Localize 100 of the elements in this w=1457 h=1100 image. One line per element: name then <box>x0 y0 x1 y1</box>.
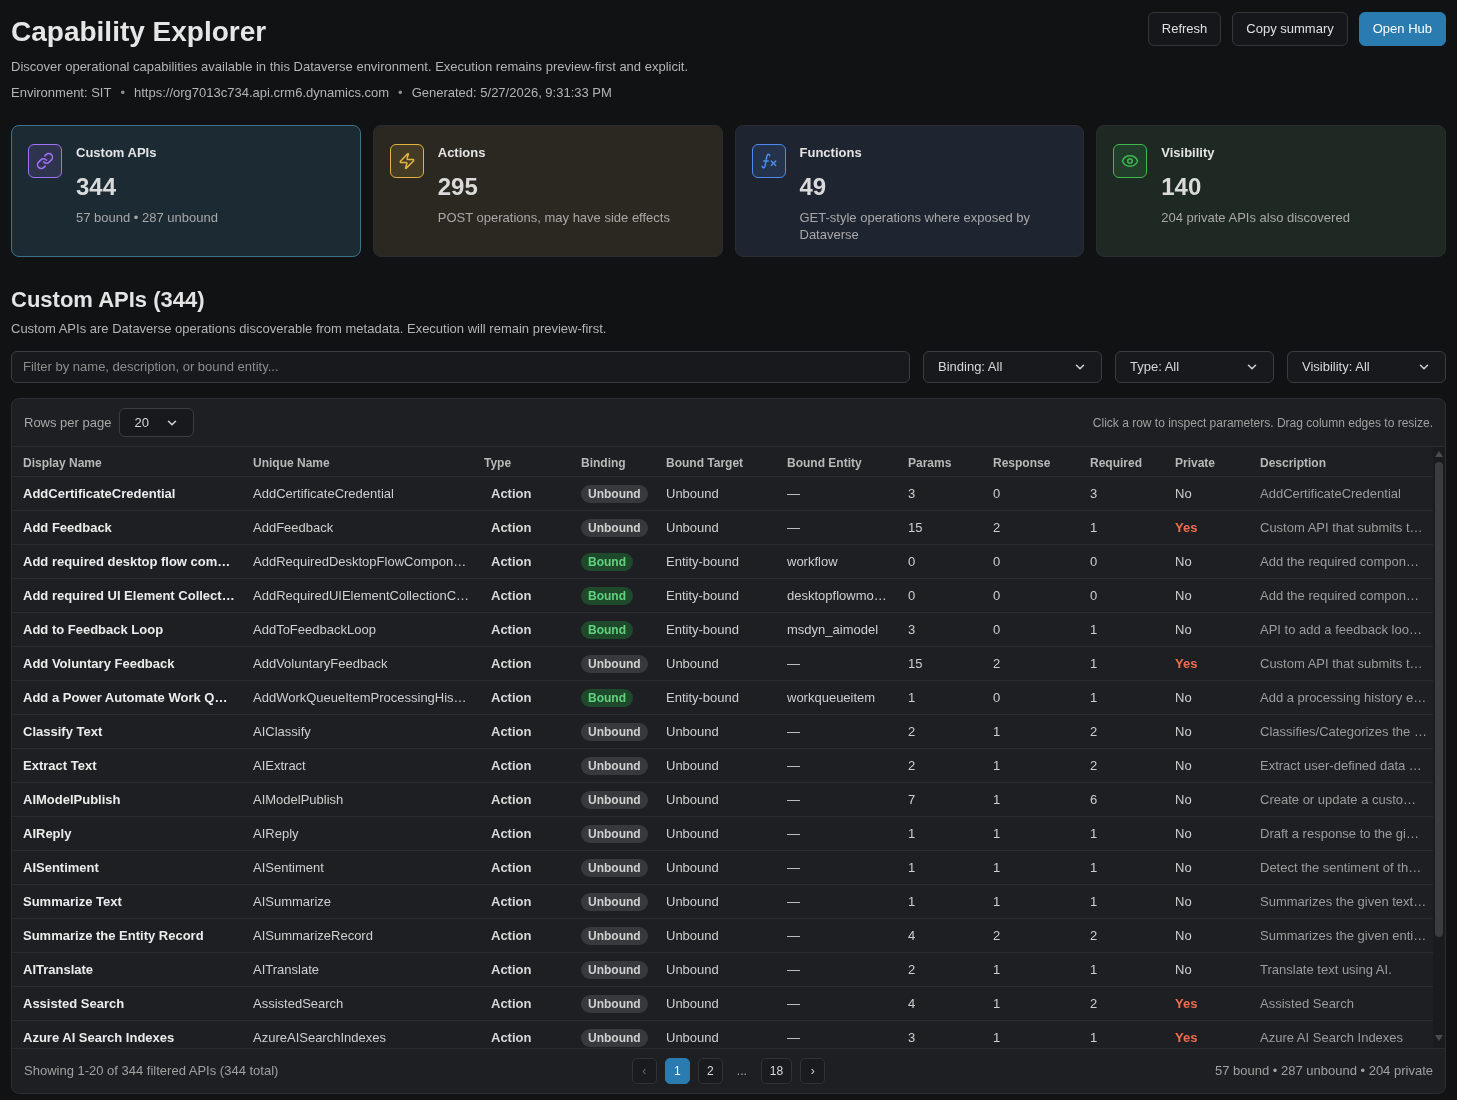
table-cell: No <box>1175 893 1192 909</box>
table-cell[interactable]: Add to Feedback Loop <box>23 621 164 637</box>
table-cell: — <box>787 757 800 773</box>
results-count: Showing 1-20 of 344 filtered APIs (344 total) <box>24 1062 279 1081</box>
table-cell: — <box>787 961 800 977</box>
table-cell: Action <box>491 893 532 909</box>
section-title: Custom APIs (344) <box>11 286 206 314</box>
table-cell: Assisted Search <box>1260 995 1354 1011</box>
filter-dropdown[interactable]: Binding: All <box>923 351 1102 383</box>
summary-card[interactable]: Custom APIs 344 57 bound • 287 unbound <box>11 125 361 257</box>
page-button[interactable]: 1 <box>664 1058 690 1084</box>
summary-card[interactable]: Functions 49 GET-style operations where exposed by Dataverse <box>734 125 1085 257</box>
table-cell: workflow <box>787 553 838 569</box>
table-cell: Unbound <box>666 927 719 943</box>
table-cell: Action <box>491 723 532 739</box>
table-cell: No <box>1175 621 1192 637</box>
filter-dropdown[interactable]: Visibility: All <box>1287 351 1446 383</box>
table-cell[interactable]: AIReply <box>23 825 72 841</box>
table-cell: 1 <box>1090 825 1098 841</box>
table-cell: 15 <box>908 519 923 535</box>
table-cell: AddRequiredUIElementCollectionC… <box>253 587 470 603</box>
table-cell: 1 <box>993 723 1001 739</box>
table-cell[interactable]: Summarize the Entity Record <box>23 927 204 943</box>
table-cell[interactable]: AIModelPublish <box>23 791 121 807</box>
table-cell[interactable]: AddCertificateCredential <box>23 485 176 501</box>
binding-tag: Unbound <box>581 790 648 809</box>
table-cell[interactable]: Summarize Text <box>23 893 122 909</box>
table-cell: 1 <box>993 825 1001 841</box>
table-cell[interactable]: Add required desktop flow com… <box>23 553 231 569</box>
table-cell: 3 <box>908 621 916 637</box>
next-page-button[interactable]: › <box>800 1058 826 1084</box>
page-button[interactable]: 2 <box>697 1058 723 1084</box>
table-cell: 2 <box>1090 995 1098 1011</box>
header-button[interactable]: Open Hub <box>1358 12 1446 46</box>
rows-per-page-dropdown[interactable]: 20 <box>119 408 195 437</box>
filter-dropdown[interactable]: Type: All <box>1115 351 1274 383</box>
table-cell: AISummarizeRecord <box>253 927 373 943</box>
table-cell: 0 <box>908 553 916 569</box>
table-cell: Action <box>491 519 532 535</box>
table-cell[interactable]: AISentiment <box>23 859 99 875</box>
column-header: Bound Entity <box>787 455 862 470</box>
table-cell: Action <box>491 757 532 773</box>
table-cell: AddToFeedbackLoop <box>253 621 376 637</box>
binding-tag: Bound <box>581 552 633 571</box>
summary-card[interactable]: Visibility 140 204 private APIs also discovered <box>1096 125 1446 257</box>
table-cell: Entity-bound <box>666 621 739 637</box>
card-value: 49 <box>799 172 828 202</box>
table-cell: — <box>787 723 800 739</box>
table-cell: 1 <box>993 961 1001 977</box>
table-cell: Unbound <box>666 723 719 739</box>
table-cell: AISummarize <box>253 893 332 909</box>
column-header: Bound Target <box>666 455 744 470</box>
header-button[interactable]: Refresh <box>1147 12 1222 46</box>
table-cell[interactable]: Classify Text <box>23 723 103 739</box>
table-cell[interactable]: Azure AI Search Indexes <box>23 1029 175 1045</box>
page-button[interactable]: 18 <box>760 1058 793 1084</box>
table-cell: Unbound <box>666 1029 719 1045</box>
table-cell: — <box>787 859 800 875</box>
table-hint: Click a row to inspect parameters. Drag column edges to resize. <box>1092 414 1433 432</box>
table-cell: AddWorkQueueItemProcessingHis… <box>253 689 467 705</box>
scroll-up-arrow-icon[interactable] <box>1435 451 1443 457</box>
table-cell: — <box>787 893 800 909</box>
table-cell: Summarizes the given enti… <box>1260 927 1427 943</box>
table-cell: 0 <box>993 553 1001 569</box>
table-cell: 2 <box>993 927 1001 943</box>
table-cell: Action <box>491 587 532 603</box>
table-cell: Unbound <box>666 791 719 807</box>
binding-tag: Unbound <box>581 654 648 673</box>
column-header: Private <box>1175 455 1216 470</box>
table-cell: workqueueitem <box>787 689 876 705</box>
table-cell: 3 <box>908 1029 916 1045</box>
table-cell: Unbound <box>666 893 719 909</box>
table-cell: — <box>787 1029 800 1045</box>
card-value: 344 <box>76 172 118 202</box>
table-cell: 2 <box>1090 757 1098 773</box>
table-cell[interactable]: Add Voluntary Feedback <box>23 655 175 671</box>
table-cell[interactable]: Assisted Search <box>23 995 125 1011</box>
table-cell: 4 <box>908 995 916 1011</box>
scroll-down-arrow-icon[interactable] <box>1435 1035 1443 1041</box>
table-cell[interactable]: Add required UI Element Collect… <box>23 587 235 603</box>
table-cell: — <box>787 791 800 807</box>
table-cell: 1 <box>908 893 916 909</box>
table-cell: AIModelPublish <box>253 791 344 807</box>
table-cell[interactable]: Add Feedback <box>23 519 112 535</box>
scrollbar[interactable] <box>1433 447 1445 1048</box>
table-cell[interactable]: AITranslate <box>23 961 94 977</box>
column-header: Display Name <box>23 455 102 470</box>
table-cell[interactable]: Extract Text <box>23 757 97 773</box>
table-cell[interactable]: Add a Power Automate Work Q… <box>23 689 228 705</box>
table-cell: Extract user-defined data … <box>1260 757 1422 773</box>
table-cell: 3 <box>908 485 916 501</box>
search-field[interactable]: Filter by name, description, or bound entity... <box>11 351 910 383</box>
table-cell: Action <box>491 621 532 637</box>
header-button[interactable]: Copy summary <box>1232 12 1348 46</box>
table-cell: Unbound <box>666 485 719 501</box>
summary-card[interactable]: Actions 295 POST operations, may have side effects <box>372 125 723 257</box>
table-cell: Entity-bound <box>666 689 739 705</box>
scrollbar-thumb[interactable] <box>1435 462 1443 937</box>
column-header: Response <box>993 455 1051 470</box>
table-cell: 2 <box>1090 723 1098 739</box>
